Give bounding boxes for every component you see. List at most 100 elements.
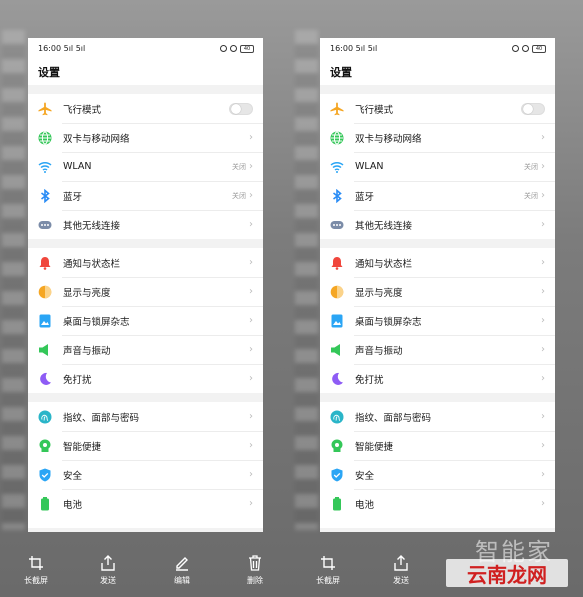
phone-screenshot-left[interactable]: 16:00 5ıl 5ıl 40 设置 飞行模式 双卡与移动网络 › WLAN 关闭 ›…	[28, 38, 263, 532]
settings-row[interactable]: 显示与亮度 ›	[320, 277, 555, 306]
chevron-right-icon: ›	[249, 219, 253, 230]
settings-row[interactable]: 蓝牙 关闭 ›	[320, 181, 555, 210]
row-label: 双卡与移动网络	[63, 133, 130, 145]
chevron-right-icon: ›	[541, 440, 545, 451]
settings-row[interactable]: 电池 ›	[28, 489, 263, 518]
alarm-icon	[512, 45, 519, 52]
settings-group: 通知与状态栏 › 显示与亮度 › 桌面与锁屏杂志 › 声音与振动 › 免打扰 ›	[28, 248, 263, 393]
settings-row[interactable]: 桌面与锁屏杂志 ›	[28, 306, 263, 335]
toolbar-send-right[interactable]: 发送	[377, 553, 425, 586]
airplane-mode-toggle[interactable]	[521, 102, 545, 115]
chevron-right-icon: ›	[249, 373, 253, 384]
row-label: WLAN	[63, 161, 92, 172]
battery-status-icon: 40	[240, 44, 254, 53]
settings-group: 飞行模式 双卡与移动网络 › WLAN 关闭 › 蓝牙 关闭 › 其他无线连接 ›	[28, 94, 263, 239]
shield-icon	[330, 468, 344, 482]
settings-row[interactable]: 双卡与移动网络 ›	[320, 123, 555, 152]
toolbar-label: 发送	[100, 576, 116, 585]
settings-row[interactable]: 飞行模式	[28, 94, 263, 123]
toolbar-long-screenshot[interactable]: 长截屏	[12, 553, 60, 586]
globe-icon	[330, 131, 344, 145]
group-divider	[28, 393, 263, 402]
status-bar: 16:00 5ıl 5ıl 40	[320, 38, 555, 59]
row-label: 蓝牙	[355, 191, 375, 203]
toolbar-delete[interactable]: 删除	[231, 553, 279, 586]
blurred-strip-left	[2, 30, 25, 530]
battery-status-icon: 40	[532, 44, 546, 53]
row-value: 关闭	[524, 191, 538, 200]
crop-icon	[12, 553, 60, 571]
blurred-strip-middle	[295, 30, 318, 530]
chevron-right-icon: ›	[541, 161, 545, 172]
chevron-right-icon: ›	[249, 469, 253, 480]
group-divider	[320, 239, 555, 248]
chevron-right-icon: ›	[249, 344, 253, 355]
bell-icon	[330, 256, 344, 270]
row-label: 显示与亮度	[355, 287, 403, 299]
moon-icon	[38, 372, 52, 386]
row-value: 关闭	[232, 191, 246, 200]
chevron-right-icon: ›	[541, 219, 545, 230]
row-value: 关闭	[524, 162, 538, 171]
toolbar-label: 编辑	[174, 576, 190, 585]
settings-row[interactable]: 安全 ›	[320, 460, 555, 489]
settings-row[interactable]: 蓝牙 关闭 ›	[28, 181, 263, 210]
settings-row[interactable]: 双卡与移动网络 ›	[28, 123, 263, 152]
settings-row[interactable]: 桌面与锁屏杂志 ›	[320, 306, 555, 335]
status-time: 16:00	[330, 44, 354, 53]
chevron-right-icon: ›	[249, 257, 253, 268]
watermark-logo: 云南龙网	[446, 559, 568, 587]
toolbar-label: 长截屏	[316, 576, 340, 585]
settings-row[interactable]: 显示与亮度 ›	[28, 277, 263, 306]
settings-row[interactable]: 飞行模式	[320, 94, 555, 123]
row-label: 声音与振动	[355, 345, 403, 357]
settings-row-partial	[28, 518, 263, 528]
chevron-right-icon: ›	[249, 132, 253, 143]
chevron-right-icon: ›	[541, 315, 545, 326]
globe-icon	[38, 131, 52, 145]
settings-row[interactable]: WLAN 关闭 ›	[28, 152, 263, 181]
settings-group: 通知与状态栏 › 显示与亮度 › 桌面与锁屏杂志 › 声音与振动 › 免打扰 ›	[320, 248, 555, 393]
row-label: 蓝牙	[63, 191, 83, 203]
share-icon	[377, 553, 425, 571]
chevron-right-icon: ›	[541, 498, 545, 509]
settings-row[interactable]: WLAN 关闭 ›	[320, 152, 555, 181]
row-label: 其他无线连接	[355, 220, 413, 232]
settings-row[interactable]: 安全 ›	[28, 460, 263, 489]
bluetooth-icon	[38, 188, 52, 203]
settings-row[interactable]: 智能便捷 ›	[320, 431, 555, 460]
group-divider	[28, 239, 263, 248]
speaker-icon	[38, 343, 52, 357]
row-label: 双卡与移动网络	[355, 133, 422, 145]
settings-row[interactable]: 声音与振动 ›	[320, 335, 555, 364]
eye-icon	[522, 45, 529, 52]
trash-icon	[231, 553, 279, 571]
settings-row[interactable]: 其他无线连接 ›	[28, 210, 263, 239]
settings-row[interactable]: 免打扰 ›	[28, 364, 263, 393]
toolbar-send[interactable]: 发送	[84, 553, 132, 586]
phone-screenshot-right[interactable]: 16:00 5ıl 5ıl 40 设置 飞行模式 双卡与移动网络 › WLAN 关闭 ›…	[320, 38, 555, 532]
airplane-mode-toggle[interactable]	[229, 102, 253, 115]
row-label: 电池	[355, 499, 375, 511]
settings-row[interactable]: 通知与状态栏 ›	[28, 248, 263, 277]
settings-row[interactable]: 指纹、面部与密码 ›	[320, 402, 555, 431]
airplane-icon	[330, 102, 344, 116]
toolbar-label: 删除	[247, 576, 263, 585]
toolbar-edit[interactable]: 编辑	[158, 553, 206, 586]
chevron-right-icon: ›	[249, 440, 253, 451]
settings-row[interactable]: 指纹、面部与密码 ›	[28, 402, 263, 431]
chevron-right-icon: ›	[541, 286, 545, 297]
row-label: 指纹、面部与密码	[63, 412, 140, 424]
settings-row[interactable]: 其他无线连接 ›	[320, 210, 555, 239]
settings-row[interactable]: 通知与状态栏 ›	[320, 248, 555, 277]
settings-row[interactable]: 智能便捷 ›	[28, 431, 263, 460]
group-divider	[28, 85, 263, 94]
airplane-icon	[38, 102, 52, 116]
toolbar-long-screenshot-right[interactable]: 长截屏	[304, 553, 352, 586]
brightness-icon	[330, 285, 344, 299]
settings-row[interactable]: 声音与振动 ›	[28, 335, 263, 364]
status-time: 16:00	[38, 44, 62, 53]
settings-row[interactable]: 电池 ›	[320, 489, 555, 518]
settings-row[interactable]: 免打扰 ›	[320, 364, 555, 393]
row-label: 桌面与锁屏杂志	[355, 316, 422, 328]
